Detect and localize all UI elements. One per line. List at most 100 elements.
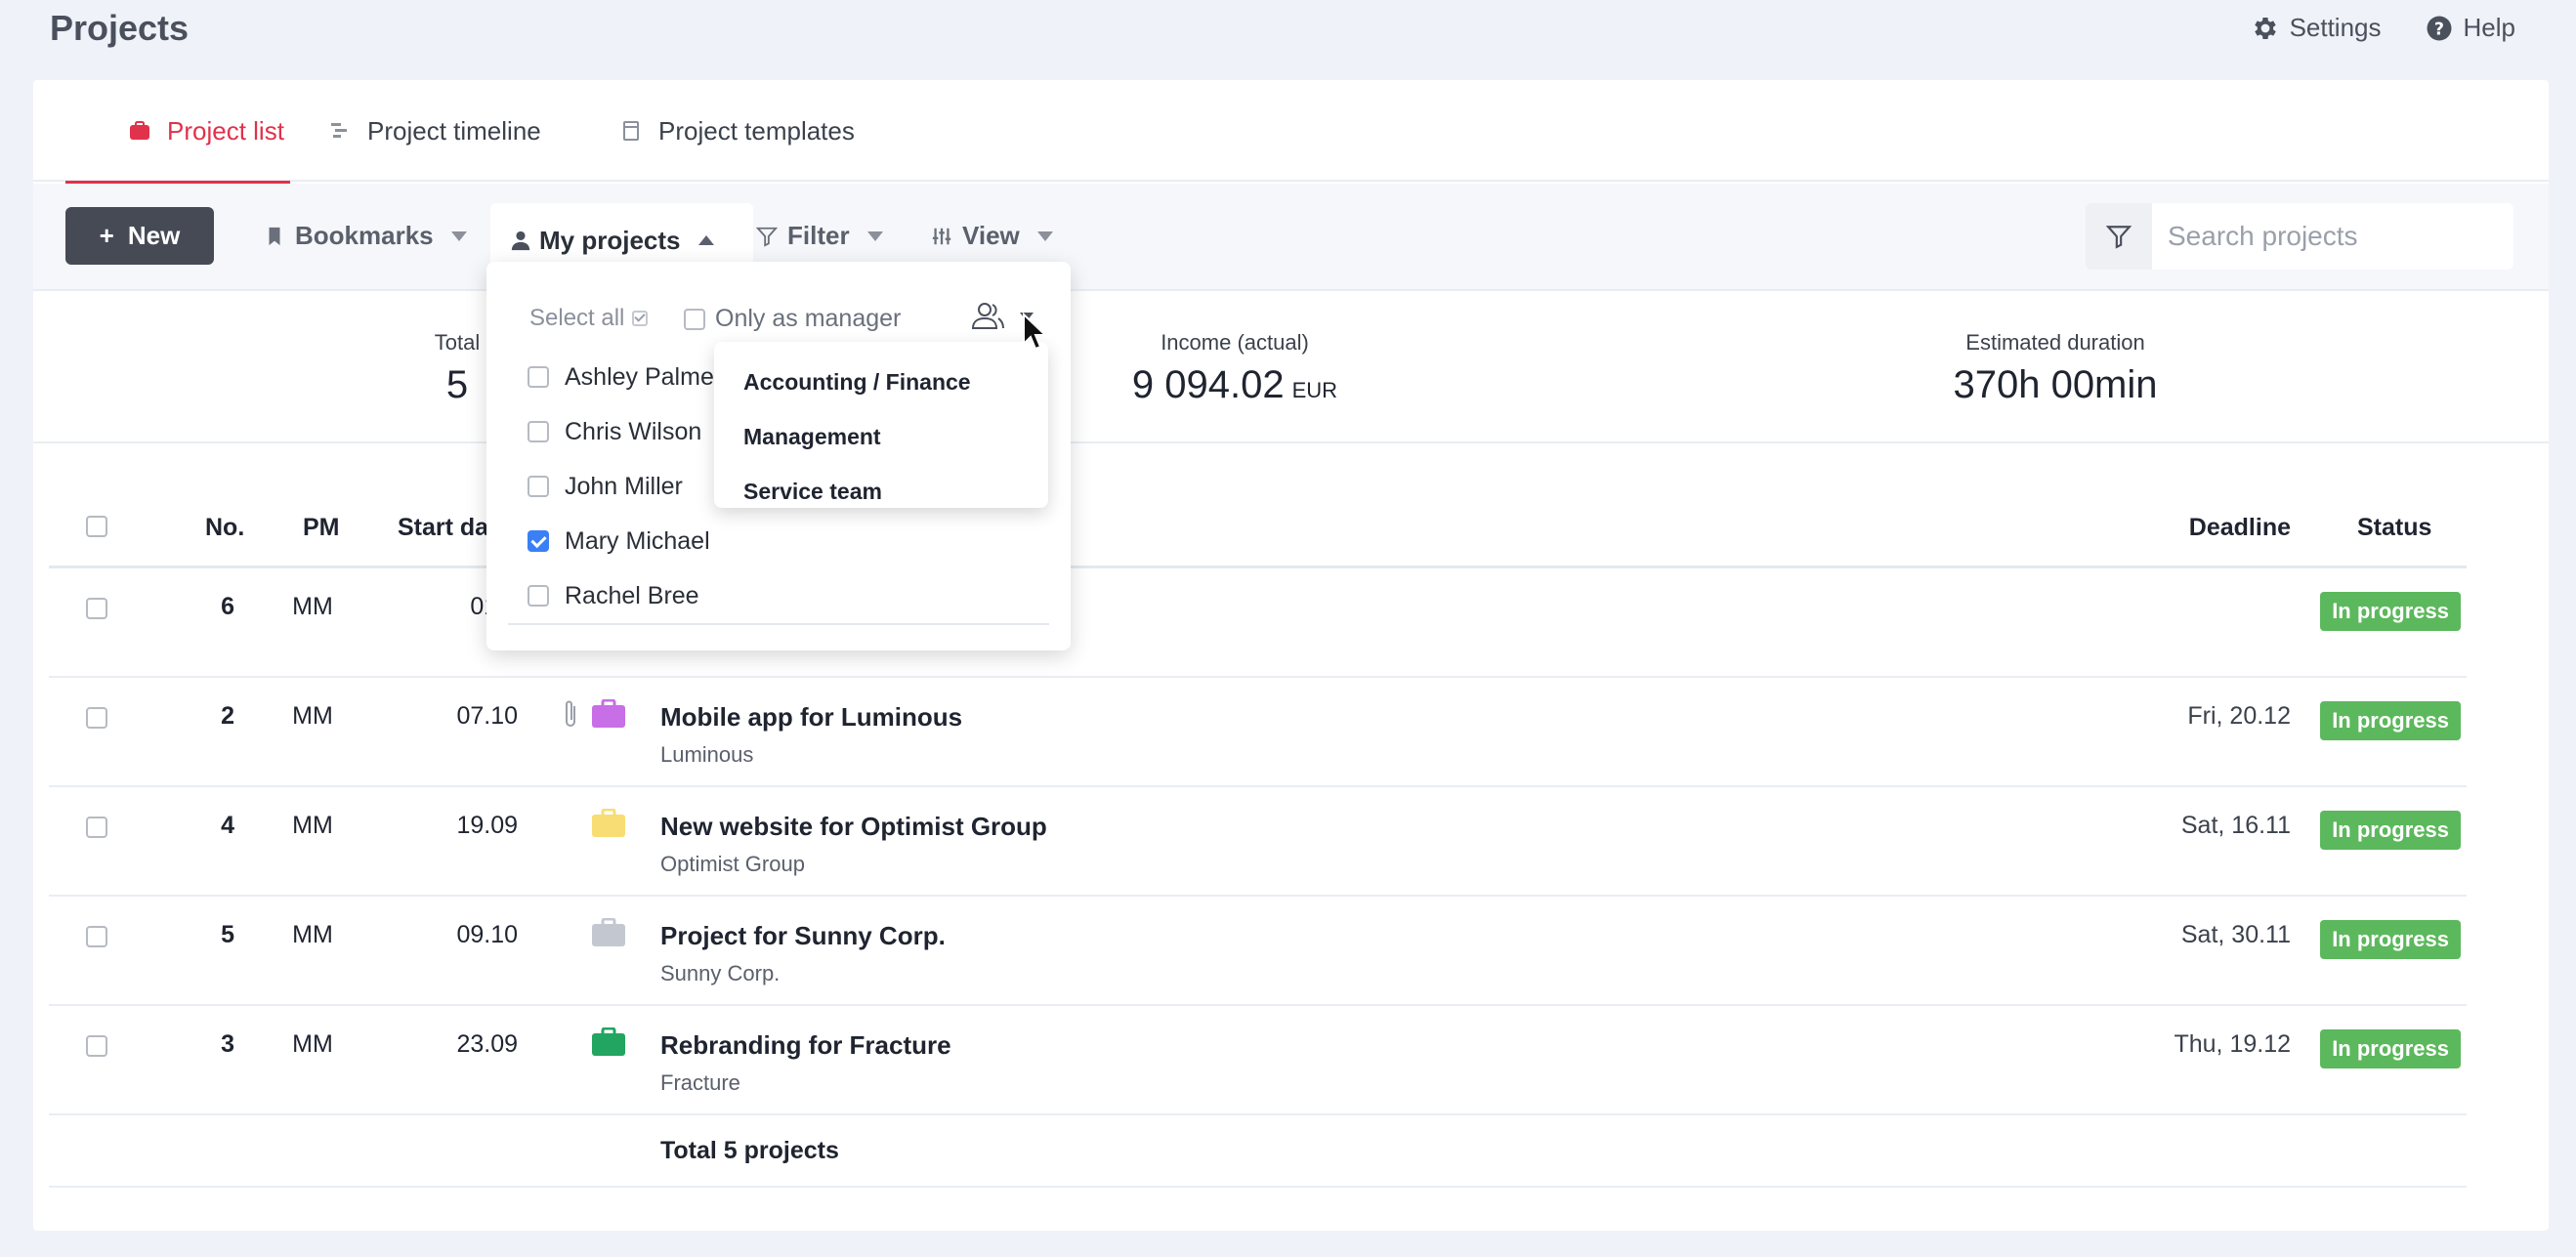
new-label: New <box>127 221 181 250</box>
only-as-manager-checkbox[interactable] <box>684 308 705 330</box>
stat-income-value: 9 094.02 EUR <box>1064 363 1406 407</box>
mouse-cursor-icon <box>1023 313 1047 351</box>
chevron-down-icon <box>450 230 467 241</box>
person-name: Chris Wilson <box>565 417 702 445</box>
menu-header: Select all Only as manager <box>486 262 1071 332</box>
group-submenu: Accounting / Finance Management Service … <box>714 342 1048 508</box>
filter-label: Filter <box>787 221 850 250</box>
row-checkbox[interactable] <box>86 707 107 729</box>
menu-divider <box>508 623 1049 625</box>
settings-label: Settings <box>2289 13 2382 42</box>
project-briefcase-icon <box>592 1027 625 1056</box>
help-link[interactable]: ? Help <box>2425 13 2515 43</box>
status-badge: In progress <box>2320 1029 2461 1068</box>
project-client: Optimist Group <box>660 852 805 876</box>
group-service-team[interactable]: Service team <box>743 479 882 505</box>
project-briefcase-icon <box>592 809 625 837</box>
status-badge: In progress <box>2320 811 2461 850</box>
row-number: 3 <box>221 1030 234 1058</box>
row-pm: MM <box>292 812 333 839</box>
col-header-deadline[interactable]: Deadline <box>2189 514 2291 542</box>
user-group-icon[interactable] <box>971 301 1006 330</box>
settings-link[interactable]: Settings <box>2251 13 2382 43</box>
project-name[interactable]: Mobile app for Luminous <box>660 702 962 733</box>
projects-table: No. PM Start da Deadline Status 6MM01.0I… <box>49 459 2467 1188</box>
row-pm: MM <box>292 1030 333 1058</box>
person-option[interactable]: Mary Michael <box>486 514 1071 568</box>
top-actions: Settings ? Help <box>2251 13 2515 43</box>
project-name[interactable]: Rebranding for Fracture <box>660 1030 951 1061</box>
table-row[interactable]: 6MM01.0In progress <box>49 568 2467 678</box>
col-header-pm[interactable]: PM <box>303 514 340 542</box>
table-row[interactable]: 5 MM 09.10 Project for Sunny Corp. Sunny Cor… <box>49 897 2467 1006</box>
chevron-down-icon <box>1036 230 1053 241</box>
view-dropdown[interactable]: View <box>931 207 1053 265</box>
col-header-start-date[interactable]: Start da <box>398 514 488 542</box>
person-checkbox[interactable] <box>528 421 549 442</box>
tab-label: Project list <box>167 115 284 146</box>
table-header: No. PM Start da Deadline Status <box>49 459 2467 568</box>
project-name[interactable]: New website for Optimist Group <box>660 812 1047 842</box>
row-checkbox[interactable] <box>86 598 107 619</box>
chevron-down-icon <box>866 230 883 241</box>
my-projects-label: My projects <box>539 225 681 255</box>
row-pm: MM <box>292 593 333 620</box>
person-name: Rachel Bree <box>565 581 699 609</box>
row-number: 2 <box>221 702 234 730</box>
group-management[interactable]: Management <box>743 424 881 450</box>
income-unit: EUR <box>1291 378 1338 402</box>
status-badge: In progress <box>2320 920 2461 959</box>
group-accounting-finance[interactable]: Accounting / Finance <box>743 369 971 396</box>
select-all-option[interactable]: Select all <box>529 305 649 332</box>
bookmarks-label: Bookmarks <box>295 221 434 250</box>
toolbar: + New Bookmarks My projects Filter View <box>33 184 2549 291</box>
tab-project-list[interactable]: Project list <box>65 80 290 184</box>
table-row[interactable]: 3 MM 23.09 Rebranding for Fracture Fracture T… <box>49 1006 2467 1115</box>
sliders-icon <box>932 228 951 244</box>
person-checkbox[interactable] <box>528 476 549 497</box>
new-project-button[interactable]: + New <box>65 207 214 265</box>
stats-bar: Total 5 Income (actual) 9 094.02 EUR Esti… <box>33 293 2549 443</box>
row-checkbox[interactable] <box>86 1035 107 1057</box>
help-icon: ? <box>2427 16 2452 40</box>
table-body: 6MM01.0In progress2MM07.10Mobile app for… <box>49 568 2467 1115</box>
paperclip-icon[interactable] <box>562 699 579 731</box>
select-all-rows-checkbox[interactable] <box>86 516 107 537</box>
tab-project-timeline[interactable]: Project timeline <box>328 80 541 182</box>
status-badge: In progress <box>2320 592 2461 631</box>
table-row[interactable]: 4 MM 19.09 New website for Optimist Group Op… <box>49 787 2467 897</box>
person-checkbox[interactable] <box>528 366 549 388</box>
row-start-date: 09.10 <box>456 921 518 948</box>
stat-duration-label: Estimated duration <box>1965 330 2145 355</box>
col-header-no[interactable]: No. <box>205 514 244 542</box>
funnel-icon <box>2106 226 2132 249</box>
project-name[interactable]: Project for Sunny Corp. <box>660 921 946 951</box>
row-deadline: Fri, 20.12 <box>2187 702 2291 730</box>
select-all-checkbox[interactable] <box>632 311 649 326</box>
row-deadline: Sat, 30.11 <box>2180 921 2291 948</box>
filter-dropdown[interactable]: Filter <box>756 207 883 265</box>
user-icon <box>511 230 530 251</box>
tab-project-templates[interactable]: Project templates <box>619 80 855 182</box>
only-as-manager-option[interactable]: Only as manager <box>684 305 901 333</box>
col-header-status[interactable]: Status <box>2357 514 2431 542</box>
row-checkbox[interactable] <box>86 926 107 947</box>
person-name: Ashley Palme <box>565 362 714 391</box>
page-title: Projects <box>50 8 190 48</box>
bookmarks-dropdown[interactable]: Bookmarks <box>264 207 467 265</box>
person-name: Mary Michael <box>565 526 710 555</box>
search-input[interactable] <box>2152 221 2504 252</box>
row-number: 4 <box>221 812 234 839</box>
search-box <box>2086 203 2513 270</box>
person-option[interactable]: Rachel Bree <box>486 568 1071 623</box>
row-checkbox[interactable] <box>86 817 107 838</box>
row-pm: MM <box>292 921 333 948</box>
row-number: 6 <box>221 593 234 620</box>
table-row[interactable]: 2 MM 07.10 Mobile app for Luminous Luminous F… <box>49 678 2467 787</box>
search-filter-button[interactable] <box>2086 203 2152 270</box>
person-checkbox[interactable] <box>528 585 549 607</box>
row-pm: MM <box>292 702 333 730</box>
row-deadline: Sat, 16.11 <box>2180 812 2291 839</box>
person-checkbox[interactable] <box>528 530 549 552</box>
project-briefcase-icon <box>592 699 625 728</box>
